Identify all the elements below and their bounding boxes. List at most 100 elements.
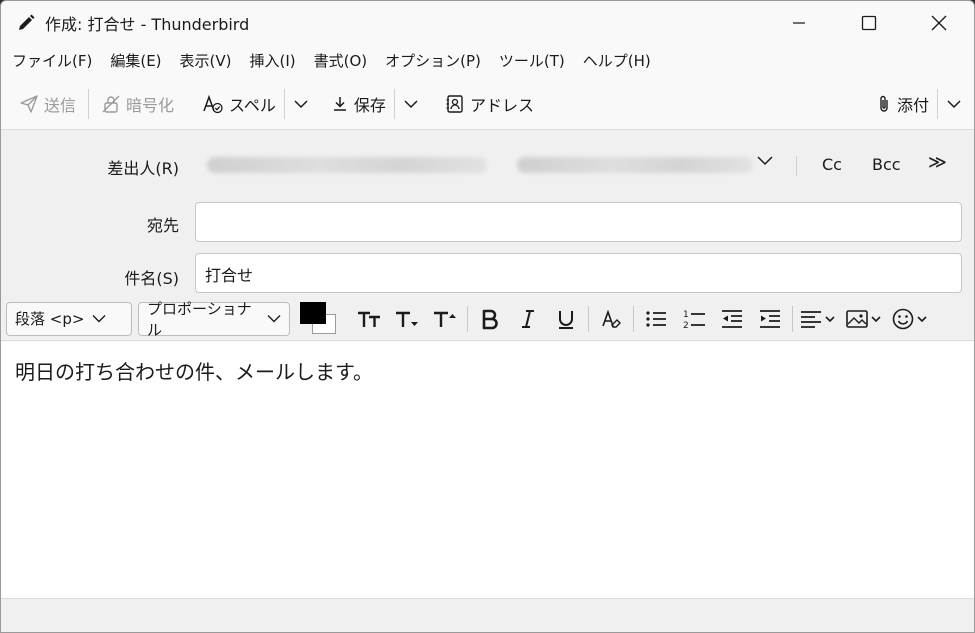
bullet-list-button[interactable] xyxy=(637,302,675,336)
underline-icon xyxy=(559,310,573,329)
align-button[interactable] xyxy=(796,302,842,336)
menu-bar: ファイル(F) 編集(E) 表示(V) 挿入(I) 書式(O) オプション(P)… xyxy=(1,46,660,76)
format-separator xyxy=(633,305,634,332)
underline-button[interactable] xyxy=(547,302,585,336)
image-icon xyxy=(846,309,881,328)
menu-file[interactable]: ファイル(F) xyxy=(3,46,101,76)
outdent-icon xyxy=(722,309,742,328)
font-select[interactable]: プロポーショナル xyxy=(138,300,290,339)
subject-label: 件名(S) xyxy=(124,269,179,288)
format-separator xyxy=(467,305,468,332)
toolbar-separator xyxy=(88,89,90,119)
minimize-button[interactable] xyxy=(764,1,834,45)
menu-help[interactable]: ヘルプ(H) xyxy=(574,46,660,76)
indent-button[interactable] xyxy=(751,302,789,336)
menu-view[interactable]: 表示(V) xyxy=(171,46,241,76)
to-label: 宛先 xyxy=(146,216,179,235)
paragraph-format-value: 段落 <p> xyxy=(15,310,85,328)
spell-button[interactable]: スペル xyxy=(196,86,282,122)
font-select-value: プロポーショナル xyxy=(147,299,252,339)
more-recipients-button[interactable]: ≫ xyxy=(928,152,947,173)
close-button[interactable] xyxy=(904,1,974,45)
text-color-swatch[interactable] xyxy=(300,301,326,324)
toolbar-right: 添付 xyxy=(870,81,968,127)
font-size-increase-button[interactable] xyxy=(426,302,464,336)
format-toolbar: 段落 <p> プロポーショナル 1 2 xyxy=(1,297,974,341)
header-separator xyxy=(796,156,797,176)
attach-dropdown[interactable] xyxy=(940,86,968,122)
send-label: 送信 xyxy=(44,96,77,115)
bold-icon xyxy=(482,309,498,329)
send-button[interactable]: 送信 xyxy=(13,86,82,122)
title-bar: 作成: 打合せ - Thunderbird xyxy=(1,1,974,45)
subject-input[interactable]: 打合せ xyxy=(195,253,962,293)
status-bar xyxy=(1,598,974,632)
from-identity-blurred xyxy=(517,157,753,173)
address-label: アドレス xyxy=(469,96,534,115)
smiley-icon xyxy=(892,308,927,329)
menu-tools[interactable]: ツール(T) xyxy=(490,46,574,76)
paragraph-format-select[interactable]: 段落 <p> xyxy=(6,301,132,336)
address-book-icon xyxy=(446,95,463,113)
paperclip-icon xyxy=(880,95,888,112)
chevron-down-icon xyxy=(267,314,281,323)
numbered-list-icon: 12 xyxy=(683,310,705,330)
message-body-editor[interactable]: 明日の打ち合わせの件、メールします。 xyxy=(1,342,974,598)
clear-formatting-button[interactable] xyxy=(592,302,630,336)
spell-label: スペル xyxy=(229,96,276,115)
text-color-picker[interactable] xyxy=(300,301,340,336)
numbered-list-button[interactable]: 12 xyxy=(675,302,713,336)
font-size-down-icon xyxy=(396,311,418,327)
compose-headers: 差出人(R) Cc Bcc ≫ 宛先 件名(S) 打合せ xyxy=(1,129,974,297)
clear-format-icon xyxy=(602,309,621,328)
attach-button[interactable]: 添付 xyxy=(870,86,935,122)
save-button[interactable]: 保存 xyxy=(325,86,392,122)
insert-emoji-button[interactable] xyxy=(888,302,934,336)
spellcheck-icon xyxy=(203,94,223,114)
address-book-button[interactable]: アドレス xyxy=(439,86,540,122)
font-size-up-icon xyxy=(434,311,456,327)
chevron-down-icon xyxy=(404,100,418,109)
from-select[interactable] xyxy=(207,148,755,180)
bcc-button[interactable]: Bcc xyxy=(872,155,901,174)
menu-edit[interactable]: 編集(E) xyxy=(101,46,170,76)
toolbar-separator xyxy=(283,89,285,119)
window-controls xyxy=(764,1,974,45)
spell-dropdown[interactable] xyxy=(287,86,315,122)
format-separator xyxy=(588,305,589,332)
from-dropdown-chevron[interactable] xyxy=(757,152,773,170)
menu-insert[interactable]: 挿入(I) xyxy=(241,46,305,76)
insert-image-button[interactable] xyxy=(842,302,888,336)
pencil-icon xyxy=(15,12,37,34)
outdent-button[interactable] xyxy=(713,302,751,336)
message-body-text: 明日の打ち合わせの件、メールします。 xyxy=(15,360,373,384)
font-size-decrease-button[interactable] xyxy=(388,302,426,336)
menu-options[interactable]: オプション(P) xyxy=(376,46,490,76)
from-label: 差出人(R) xyxy=(107,159,179,178)
maximize-button[interactable] xyxy=(834,1,904,45)
chevron-down-icon xyxy=(947,100,961,109)
save-label: 保存 xyxy=(353,96,386,115)
attach-label: 添付 xyxy=(896,96,929,115)
font-size-smaller-button[interactable] xyxy=(350,302,388,336)
font-smaller-icon xyxy=(358,311,380,327)
cc-button[interactable]: Cc xyxy=(822,155,842,174)
chevron-down-icon xyxy=(92,314,106,323)
maximize-icon xyxy=(861,15,877,31)
from-address-blurred xyxy=(207,157,487,173)
svg-text:2: 2 xyxy=(683,321,689,330)
toolbar-separator xyxy=(393,89,395,119)
save-dropdown[interactable] xyxy=(397,86,425,122)
compose-toolbar: 送信 暗号化 スペル 保存 アドレス 添付 xyxy=(1,81,974,127)
minimize-icon xyxy=(793,22,805,24)
italic-button[interactable] xyxy=(509,302,547,336)
to-field[interactable] xyxy=(195,202,962,242)
encrypt-button[interactable]: 暗号化 xyxy=(95,86,180,122)
menu-format[interactable]: 書式(O) xyxy=(305,46,377,76)
align-left-icon xyxy=(801,310,835,328)
toolbar-separator xyxy=(937,89,938,119)
chevron-down-icon xyxy=(757,156,773,166)
bold-button[interactable] xyxy=(471,302,509,336)
send-icon xyxy=(20,95,38,113)
compose-window: 作成: 打合せ - Thunderbird ファイル(F) 編集(E) 表示(V… xyxy=(0,0,975,633)
